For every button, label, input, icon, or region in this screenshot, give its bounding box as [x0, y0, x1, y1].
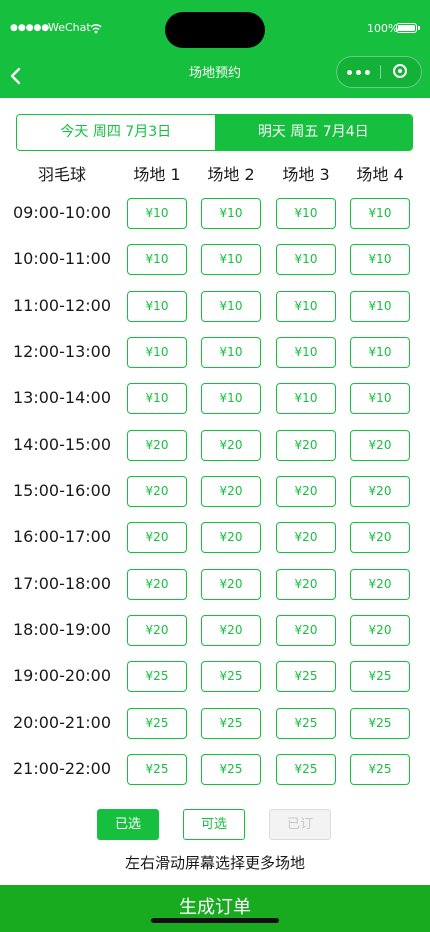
court-slot-button[interactable]: ¥10	[127, 244, 187, 275]
court-slot-button[interactable]: ¥25	[201, 754, 261, 785]
court-slot-button[interactable]: ¥10	[201, 337, 261, 368]
battery-percent: 100%	[367, 22, 399, 35]
court-slot-button[interactable]: ¥20	[276, 430, 336, 461]
legend-available: 可选	[183, 809, 245, 840]
sport-label: 羽毛球	[37, 165, 86, 184]
court-slot-button[interactable]: ¥10	[127, 383, 187, 414]
court-slot-button[interactable]: ¥25	[276, 708, 336, 739]
time-slot-label: 11:00-12:00	[13, 296, 111, 315]
signal-icon: ●●●●●	[10, 23, 50, 33]
court-slot-button[interactable]: ¥10	[127, 337, 187, 368]
legend-selected: 已选	[97, 809, 159, 840]
court-slot-button[interactable]: ¥10	[350, 244, 410, 275]
court-slot-button[interactable]: ¥10	[201, 291, 261, 322]
more-menu-button[interactable]	[337, 57, 380, 87]
court-slot-button[interactable]: ¥25	[350, 661, 410, 692]
court-slot-button[interactable]: ¥20	[276, 615, 336, 646]
court-slot-button[interactable]: ¥20	[127, 430, 187, 461]
court-slot-button[interactable]: ¥10	[201, 244, 261, 275]
court-slot-button[interactable]: ¥25	[201, 708, 261, 739]
time-slot-label: 21:00-22:00	[13, 759, 111, 778]
court-slot-button[interactable]: ¥25	[201, 661, 261, 692]
court-slot-button[interactable]: ¥10	[350, 198, 410, 229]
legend-booked: 已订	[269, 809, 331, 840]
court-slot-button[interactable]: ¥20	[350, 569, 410, 600]
court-slot-button[interactable]: ¥20	[127, 569, 187, 600]
more-dots-icon	[356, 70, 361, 75]
court-slot-button[interactable]: ¥10	[276, 291, 336, 322]
court-slot-button[interactable]: ¥25	[350, 708, 410, 739]
court-slot-button[interactable]: ¥25	[127, 661, 187, 692]
close-mini-program-button[interactable]	[381, 57, 422, 87]
court-header-1: 场地 1	[133, 165, 181, 184]
court-slot-button[interactable]: ¥20	[127, 615, 187, 646]
court-slot-button[interactable]: ¥10	[276, 244, 336, 275]
court-slot-button[interactable]: ¥20	[350, 430, 410, 461]
battery-icon	[396, 23, 420, 33]
court-slot-button[interactable]: ¥20	[350, 476, 410, 507]
court-slot-button[interactable]: ¥10	[350, 337, 410, 368]
tab-tomorrow[interactable]: 明天 周五 7月4日	[214, 115, 412, 150]
court-slot-button[interactable]: ¥10	[127, 291, 187, 322]
court-slot-button[interactable]: ¥20	[127, 476, 187, 507]
status-bar: ●●●●● WeChat 100%	[0, 0, 430, 58]
carrier-label: WeChat	[48, 21, 91, 34]
court-slot-button[interactable]: ¥10	[276, 337, 336, 368]
time-slot-label: 09:00-10:00	[13, 203, 111, 222]
court-slot-button[interactable]: ¥20	[201, 615, 261, 646]
court-slot-button[interactable]: ¥25	[127, 708, 187, 739]
time-slot-label: 12:00-13:00	[13, 342, 111, 361]
scroll-hint: 左右滑动屏幕选择更多场地	[124, 854, 305, 872]
more-dots-icon	[365, 70, 370, 75]
court-slot-button[interactable]: ¥10	[350, 383, 410, 414]
court-slot-button[interactable]: ¥25	[276, 661, 336, 692]
court-slot-button[interactable]: ¥10	[276, 198, 336, 229]
time-slot-label: 14:00-15:00	[13, 435, 111, 454]
time-slot-label: 17:00-18:00	[13, 574, 111, 593]
court-slot-button[interactable]: ¥20	[350, 522, 410, 553]
time-slot-label: 20:00-21:00	[13, 713, 111, 732]
time-slot-label: 10:00-11:00	[13, 249, 111, 268]
page-title: 场地预约	[188, 66, 241, 81]
header: ●●●●● WeChat 100% 场地预约	[0, 0, 430, 98]
court-slot-button[interactable]: ¥20	[276, 476, 336, 507]
date-tabs: 今天 周四 7月3日 明天 周五 7月4日	[16, 114, 413, 151]
court-slot-button[interactable]: ¥20	[276, 569, 336, 600]
court-slot-button[interactable]: ¥25	[276, 754, 336, 785]
tab-today[interactable]: 今天 周四 7月3日	[17, 115, 215, 150]
time-slot-label: 15:00-16:00	[13, 481, 111, 500]
more-dots-icon	[347, 70, 352, 75]
court-slot-button[interactable]: ¥10	[201, 383, 261, 414]
camera-notch	[165, 12, 265, 48]
court-slot-button[interactable]: ¥20	[201, 430, 261, 461]
wifi-icon	[90, 20, 102, 36]
court-slot-button[interactable]: ¥20	[201, 522, 261, 553]
mini-program-capsule	[336, 56, 422, 88]
court-slot-button[interactable]: ¥20	[350, 615, 410, 646]
time-slot-label: 19:00-20:00	[13, 666, 111, 685]
court-slot-button[interactable]: ¥20	[201, 476, 261, 507]
back-button[interactable]	[4, 62, 28, 90]
court-header-3: 场地 3	[282, 165, 330, 184]
court-slot-button[interactable]: ¥20	[276, 522, 336, 553]
court-slot-button[interactable]: ¥10	[276, 383, 336, 414]
court-slot-button[interactable]: ¥10	[127, 198, 187, 229]
court-header-2: 场地 2	[207, 165, 255, 184]
court-slot-button[interactable]: ¥25	[350, 754, 410, 785]
court-slot-button[interactable]: ¥10	[350, 291, 410, 322]
time-slot-label: 13:00-14:00	[13, 388, 111, 407]
court-slot-button[interactable]: ¥10	[201, 198, 261, 229]
court-slot-button[interactable]: ¥20	[127, 522, 187, 553]
court-header-4: 场地 4	[356, 165, 404, 184]
home-indicator	[151, 918, 279, 923]
court-slot-button[interactable]: ¥25	[127, 754, 187, 785]
time-slot-label: 16:00-17:00	[13, 527, 111, 546]
create-order-button[interactable]: 生成订单	[0, 885, 430, 932]
chevron-left-icon	[10, 67, 21, 85]
court-slot-button[interactable]: ¥20	[201, 569, 261, 600]
time-slot-label: 18:00-19:00	[13, 620, 111, 639]
